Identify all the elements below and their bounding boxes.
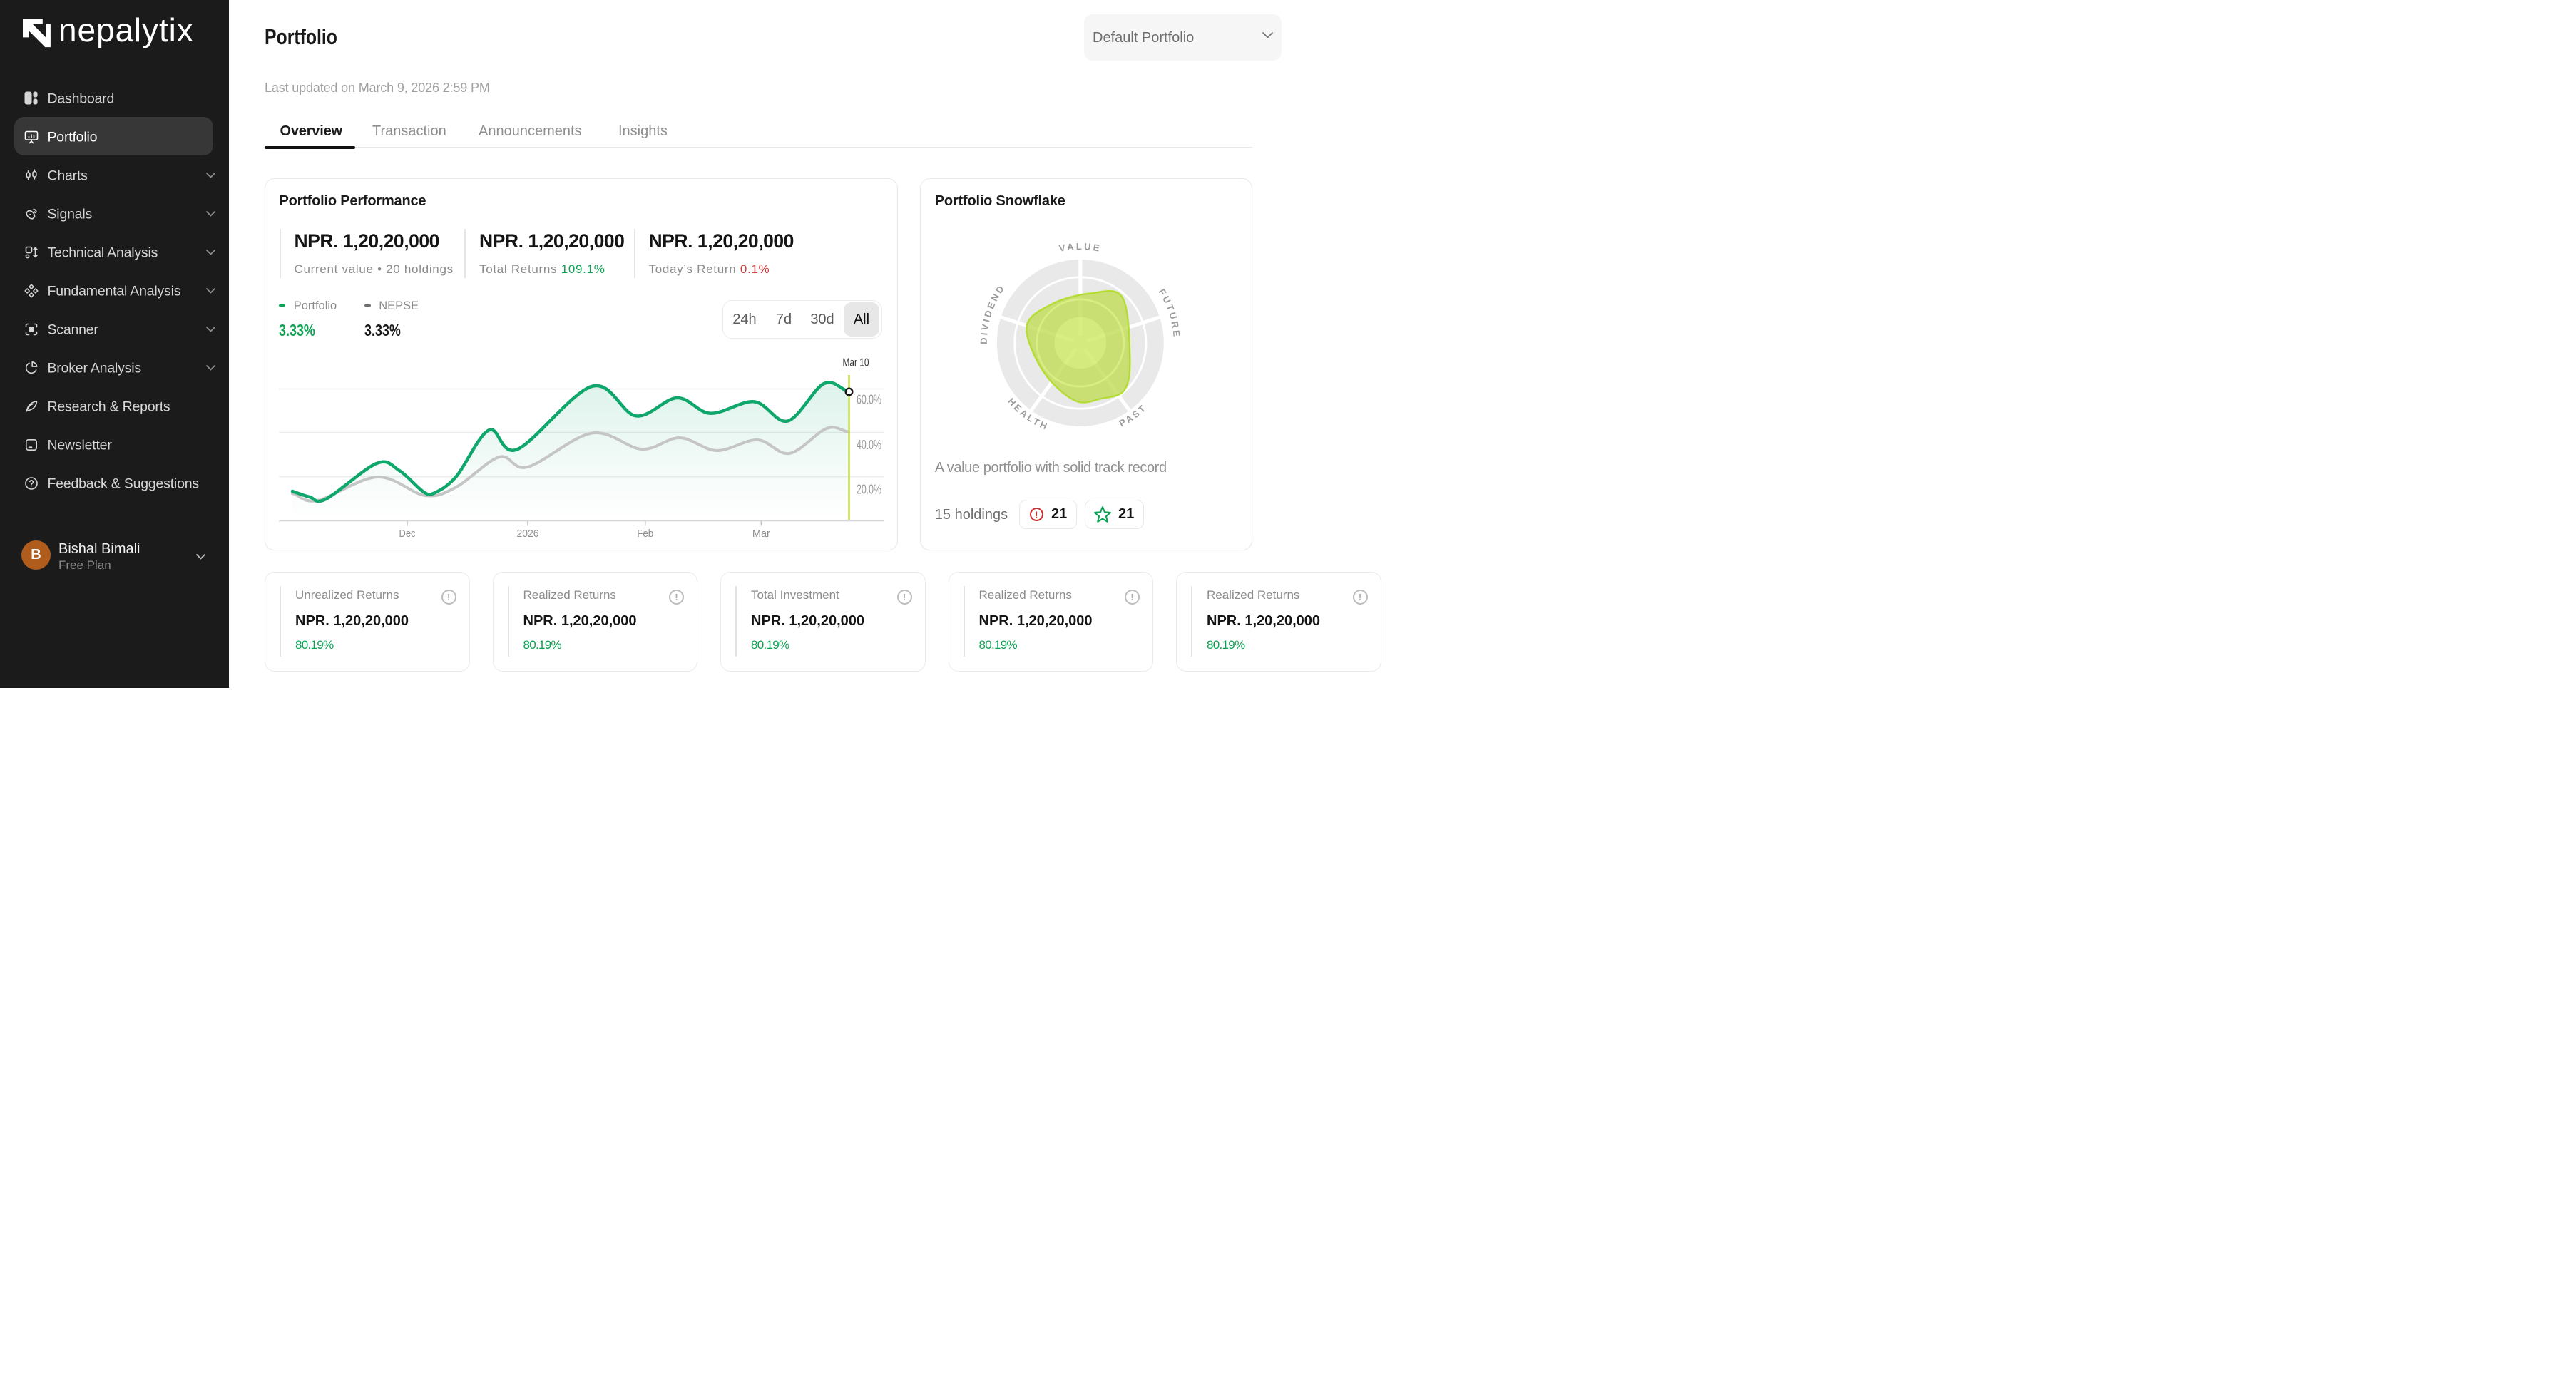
svg-text:VALUE: VALUE — [1058, 241, 1102, 254]
svg-text:40.0%: 40.0% — [857, 437, 881, 452]
svg-text:Feb: Feb — [637, 528, 653, 540]
svg-text:Mar: Mar — [752, 528, 770, 540]
svg-text:2026: 2026 — [517, 528, 539, 540]
svg-text:Dec: Dec — [399, 528, 416, 540]
svg-text:20.0%: 20.0% — [857, 482, 881, 497]
svg-text:60.0%: 60.0% — [857, 392, 881, 407]
svg-text:Mar 10: Mar 10 — [843, 357, 869, 369]
